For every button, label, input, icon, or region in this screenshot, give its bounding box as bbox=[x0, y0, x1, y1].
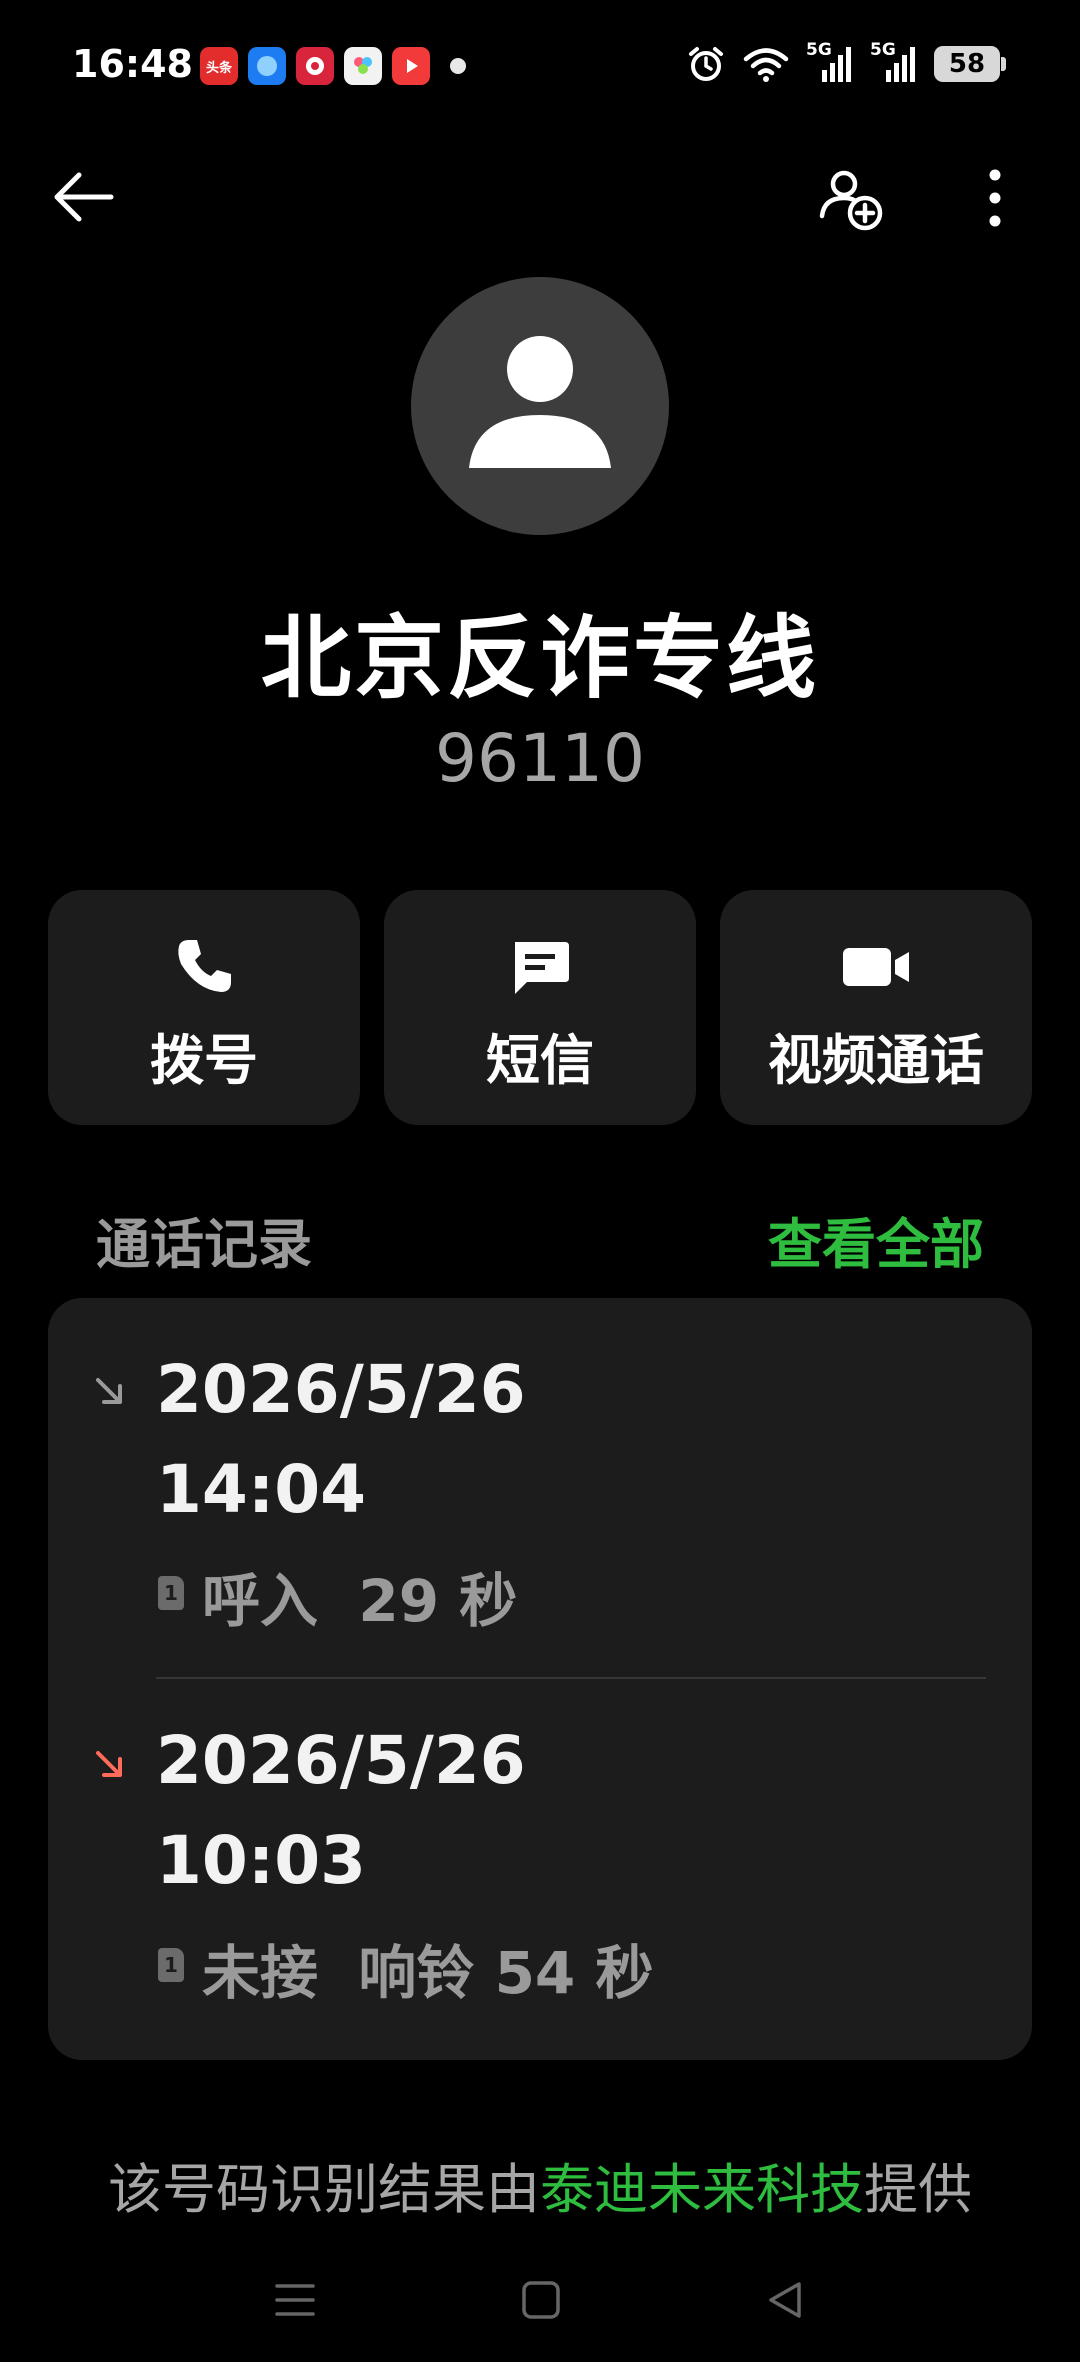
call-log-item-incoming[interactable]: 2026/5/26 14:04 1 呼入 29 秒 bbox=[48, 1298, 1032, 1677]
menu-icon bbox=[275, 2284, 315, 2316]
system-status: 5G 5G 58 bbox=[686, 40, 1006, 84]
contact-number: 96110 bbox=[435, 720, 645, 797]
view-all-link[interactable]: 查看全部 bbox=[768, 1200, 984, 1279]
cellular-signal-icon: 5G bbox=[806, 40, 854, 84]
call-log-title: 通话记录 bbox=[96, 1213, 312, 1276]
call-date: 2026/5/26 bbox=[156, 1722, 526, 1799]
more-vertical-icon bbox=[989, 169, 1001, 227]
sms-button[interactable]: 短信 bbox=[384, 890, 696, 1125]
back-triangle-icon bbox=[769, 2282, 801, 2318]
add-person-icon bbox=[819, 170, 883, 231]
navigation-bar bbox=[0, 2260, 1080, 2340]
attribution-suffix: 提供 bbox=[864, 2158, 972, 2221]
status-time: 16:48 bbox=[72, 42, 193, 86]
contact-actions: 拨号 短信 视频通话 bbox=[48, 890, 1032, 1125]
call-detail: 未接 响铃 54 秒 bbox=[202, 1939, 654, 2007]
sim-card-icon: 1 bbox=[158, 1948, 184, 1982]
phone-icon bbox=[169, 932, 239, 1002]
call-time: 14:04 bbox=[156, 1451, 367, 1528]
browser-app-icon bbox=[248, 47, 286, 85]
number-recognition-attribution: 该号码识别结果由泰迪未来科技提供 bbox=[0, 2145, 1080, 2224]
add-contact-button[interactable] bbox=[810, 158, 890, 238]
call-button[interactable]: 拨号 bbox=[48, 890, 360, 1125]
recent-apps-button[interactable] bbox=[260, 2270, 330, 2330]
contact-detail-screen: 16:48 头条 5G 5G 58 北京反诈专线 96110 拨号 短信 视频通… bbox=[0, 0, 1080, 2362]
wifi-icon bbox=[743, 48, 789, 82]
video-camera-icon bbox=[841, 932, 911, 1002]
home-button[interactable] bbox=[506, 2270, 576, 2330]
sms-button-label: 短信 bbox=[486, 1029, 594, 1092]
attribution-prefix: 该号码识别结果由 bbox=[108, 2158, 540, 2221]
provider-link[interactable]: 泰迪未来科技 bbox=[540, 2158, 864, 2221]
call-log-item-missed[interactable]: 2026/5/26 10:03 1 未接 响铃 54 秒 bbox=[48, 1677, 1032, 2060]
home-square-icon bbox=[522, 2281, 560, 2319]
video-app-icon bbox=[392, 47, 430, 85]
alarm-icon bbox=[689, 47, 723, 81]
call-date: 2026/5/26 bbox=[156, 1351, 526, 1428]
more-options-button[interactable] bbox=[955, 158, 1035, 238]
person-icon bbox=[469, 336, 611, 468]
video-call-button-label: 视频通话 bbox=[768, 1029, 984, 1092]
battery-indicator: 58 bbox=[934, 46, 1006, 82]
message-icon bbox=[505, 932, 575, 1002]
contact-name: 北京反诈专线 bbox=[261, 606, 819, 711]
call-button-label: 拨号 bbox=[150, 1029, 258, 1092]
call-detail: 呼入 29 秒 bbox=[202, 1567, 518, 1635]
back-button[interactable] bbox=[45, 160, 125, 240]
cellular-signal-2-icon: 5G bbox=[870, 40, 918, 84]
gallery-app-icon bbox=[344, 47, 382, 85]
more-notifications-dot bbox=[450, 58, 466, 74]
video-call-button[interactable]: 视频通话 bbox=[720, 890, 1032, 1125]
sim-card-icon: 1 bbox=[158, 1576, 184, 1610]
call-log-list: 2026/5/26 14:04 1 呼入 29 秒 2026/5/26 10:0… bbox=[48, 1298, 1032, 2060]
back-arrow-icon bbox=[54, 172, 114, 222]
back-nav-button[interactable] bbox=[750, 2270, 820, 2330]
notification-icons: 头条 bbox=[200, 47, 466, 85]
status-bar: 16:48 头条 5G 5G 58 bbox=[0, 0, 1080, 130]
game-app-icon bbox=[296, 47, 334, 85]
call-time: 10:03 bbox=[156, 1822, 367, 1899]
incoming-call-icon bbox=[96, 1378, 122, 1404]
toutiao-app-icon: 头条 bbox=[200, 47, 238, 85]
contact-avatar bbox=[411, 277, 669, 535]
missed-call-icon bbox=[96, 1751, 122, 1777]
